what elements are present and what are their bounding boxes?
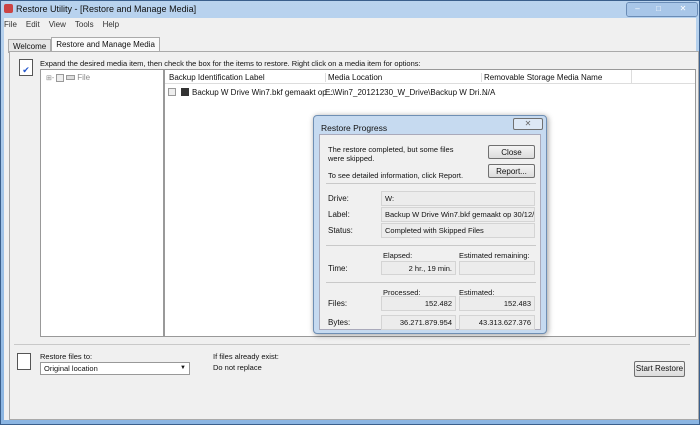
expand-icon[interactable]: ⊞- (46, 74, 54, 82)
tree-item-file[interactable]: File (77, 73, 90, 82)
bytes-processed: 36.271.879.954 (381, 315, 456, 330)
menu-bar: File Edit View Tools Help (4, 18, 696, 32)
restore-location-value: Original location (44, 364, 98, 373)
menu-view[interactable]: View (49, 20, 66, 29)
dialog-close-icon[interactable]: ✕ (513, 118, 543, 130)
restore-progress-dialog: Restore Progress ✕ The restore completed… (313, 115, 547, 334)
restore-to-label: Restore files to: (40, 352, 93, 361)
bytes-label: Bytes: (328, 318, 351, 327)
menu-help[interactable]: Help (103, 20, 119, 29)
window-title: Restore Utility - [Restore and Manage Me… (16, 4, 197, 14)
status-value: Completed with Skipped Files (381, 223, 535, 238)
files-label: Files: (328, 299, 348, 308)
drive-icon (66, 75, 76, 80)
app-icon (4, 4, 13, 13)
drive-value: W: (381, 191, 535, 206)
drive-label: Drive: (328, 194, 349, 203)
close-window-button[interactable]: ✕ (669, 3, 697, 16)
menu-edit[interactable]: Edit (26, 20, 40, 29)
media-tree[interactable]: ⊞- File (40, 69, 164, 337)
dialog-title: Restore Progress (321, 123, 388, 133)
label-label: Label: (328, 210, 350, 219)
menu-tools[interactable]: Tools (75, 20, 94, 29)
dropdown-arrow-icon: ▼ (180, 365, 186, 371)
report-button[interactable]: Report... (488, 164, 535, 178)
instruction-text: Expand the desired media item, then chec… (40, 59, 421, 68)
status-label: Status: (328, 226, 353, 235)
elapsed-value: 2 hr., 19 min. (381, 261, 456, 275)
files-estimated: 152.483 (459, 296, 535, 311)
remaining-label: Estimated remaining: (459, 251, 530, 260)
start-restore-button[interactable]: Start Restore (634, 361, 685, 377)
elapsed-label: Elapsed: (383, 251, 413, 260)
menu-file[interactable]: File (4, 20, 17, 29)
dialog-message: The restore completed, but some files we… (328, 145, 454, 163)
restore-icon (17, 353, 31, 370)
column-header-media-name[interactable]: Removable Storage Media Name (481, 73, 602, 82)
close-button[interactable]: Close (488, 145, 535, 159)
bytes-estimated: 43.313.627.376 (459, 315, 535, 330)
backup-icon (181, 88, 189, 96)
files-processed: 152.482 (381, 296, 456, 311)
tree-checkbox[interactable] (56, 73, 65, 82)
exist-value: Do not replace (213, 363, 262, 372)
time-label: Time: (328, 264, 348, 273)
row-location: E:\Win7_20121230_W_Drive\Backup W Dri... (325, 88, 486, 97)
row-media-name: N/A (482, 88, 496, 97)
report-hint: To see detailed information, click Repor… (328, 171, 464, 180)
remaining-value (459, 261, 535, 275)
divider (14, 344, 690, 345)
row-label: Backup W Drive Win7.bkf gemaakt op ... (192, 88, 336, 97)
exist-label: If files already exist: (213, 352, 279, 361)
label-value: Backup W Drive Win7.bkf gemaakt op 30/12… (381, 207, 535, 222)
table-row[interactable]: Backup W Drive Win7.bkf gemaakt op ... E… (165, 87, 695, 99)
restore-location-select[interactable]: Original location ▼ (40, 362, 190, 375)
column-header-location[interactable]: Media Location (325, 73, 382, 82)
row-checkbox[interactable] (168, 88, 176, 96)
column-header-label[interactable]: Backup Identification Label (169, 73, 265, 82)
maximize-button[interactable]: □ (648, 3, 669, 16)
checklist-icon: ✔ (19, 59, 33, 76)
minimize-button[interactable]: – (627, 3, 648, 16)
